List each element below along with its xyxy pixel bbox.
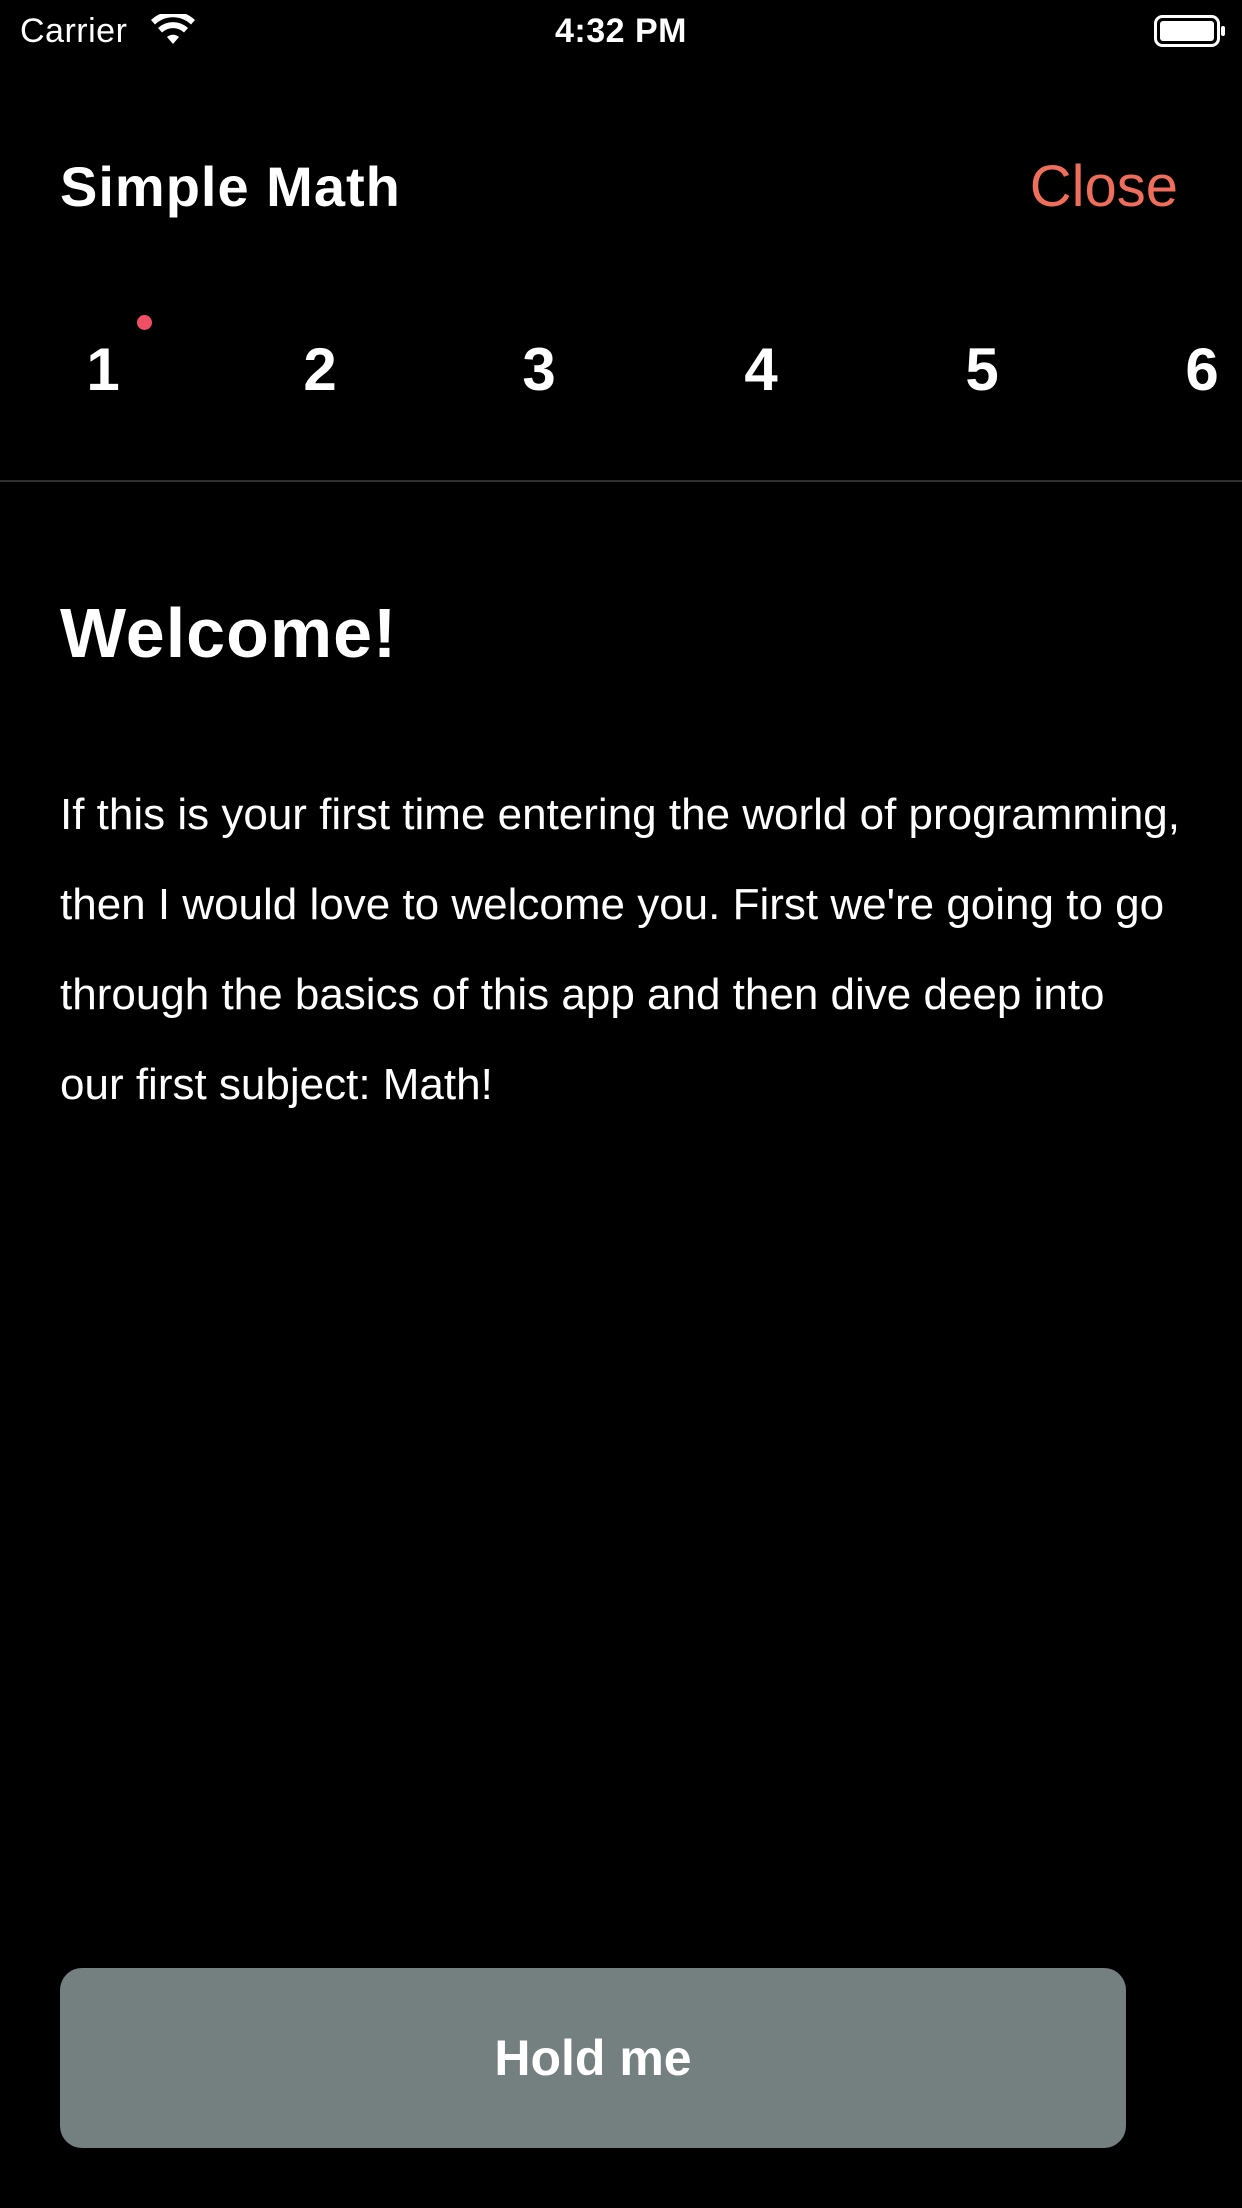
active-step-indicator [137,315,152,330]
step-3[interactable]: 3 [499,330,579,410]
battery-icon [1154,15,1225,47]
step-2[interactable]: 2 [280,330,360,410]
step-1[interactable]: 1 [63,330,143,410]
app-title: Simple Math [60,155,401,218]
status-bar: Carrier 4:32 PM [0,0,1242,62]
step-5[interactable]: 5 [942,330,1022,410]
close-button[interactable]: Close [1030,152,1178,222]
header-divider [0,480,1242,482]
step-4[interactable]: 4 [721,330,801,410]
page-heading: Welcome! [60,594,398,672]
step-strip: 1 2 3 4 5 6 [0,320,1242,420]
hold-me-button[interactable]: Hold me [60,1968,1126,2148]
status-time: 4:32 PM [555,12,687,50]
intro-text: If this is your first time entering the … [60,790,1180,1109]
step-6[interactable]: 6 [1162,330,1242,410]
